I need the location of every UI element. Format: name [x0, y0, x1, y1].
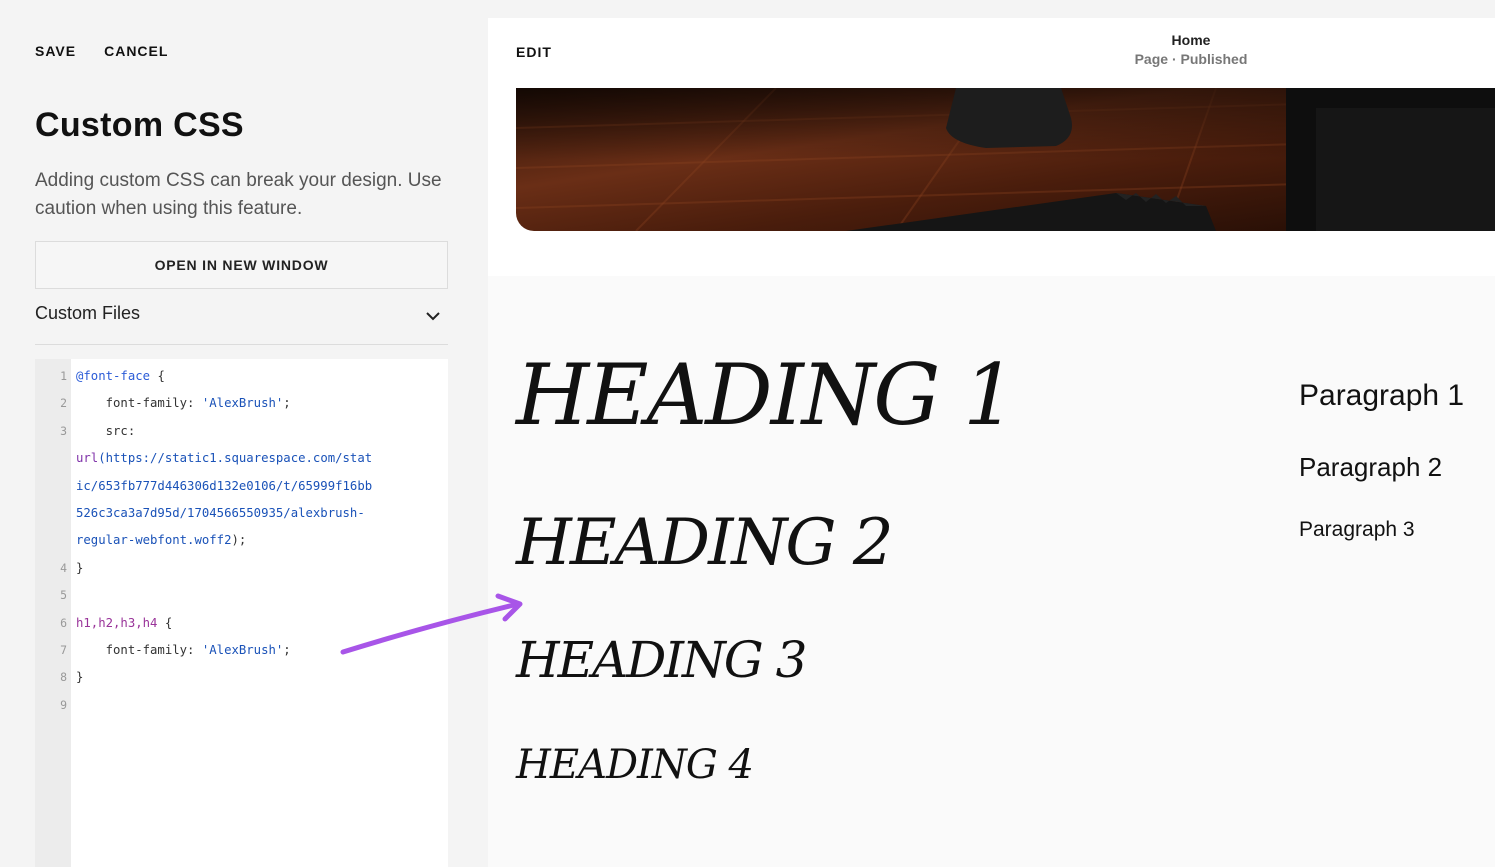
code-token: font-family: — [76, 396, 202, 411]
code-text: regular-webfont.woff2); — [76, 527, 246, 554]
code-token: ; — [283, 642, 291, 657]
code-line[interactable]: 2 font-family: 'AlexBrush'; — [35, 390, 448, 417]
code-token: } — [76, 670, 84, 685]
page-name: Home — [1171, 32, 1211, 48]
line-number: 9 — [60, 697, 67, 712]
css-editor-panel: SAVE CANCEL Custom CSS Adding custom CSS… — [0, 0, 488, 867]
page-info[interactable]: Home Page · Published — [1091, 32, 1291, 67]
heading-2: HEADING 2 — [516, 506, 894, 580]
paragraph-3: Paragraph 3 — [1299, 518, 1415, 541]
line-number: 6 — [60, 615, 67, 630]
code-token: ); — [231, 533, 247, 548]
code-line[interactable]: 3 src: — [35, 418, 448, 445]
code-token: url — [76, 451, 99, 466]
line-number: 3 — [60, 423, 67, 438]
code-text: @font-face { — [76, 363, 165, 390]
line-number: 1 — [60, 369, 67, 383]
code-content[interactable]: 1 @font-face {2 font-family: 'AlexBrush';… — [35, 363, 448, 719]
paragraph-2: Paragraph 2 — [1299, 452, 1443, 482]
code-token: font-family: — [76, 642, 202, 657]
code-line[interactable]: 526c3ca3a7d95d/1704566550935/alexbrush- — [35, 500, 448, 527]
paragraph-1: Paragraph 1 — [1299, 379, 1465, 412]
custom-files-label: Custom Files — [35, 303, 141, 323]
code-token: (https://static1.squarespace.com/stat — [98, 451, 373, 466]
code-text: src: — [76, 418, 136, 445]
chevron-down-icon — [426, 312, 440, 321]
code-editor[interactable]: 1 @font-face {2 font-family: 'AlexBrush';… — [35, 359, 448, 867]
custom-files-dropdown[interactable]: Custom Files — [35, 303, 448, 345]
line-number: 8 — [60, 670, 67, 685]
code-text: } — [76, 664, 83, 691]
code-line[interactable]: regular-webfont.woff2); — [35, 527, 448, 554]
save-button[interactable]: SAVE — [35, 43, 76, 59]
code-line[interactable]: 8} — [35, 664, 448, 691]
preview-topbar: EDIT Home Page · Published — [488, 18, 1495, 88]
code-line[interactable]: 5 — [35, 582, 448, 609]
code-token: ic/653fb777d446306d132e0106/t/65999f16bb — [76, 478, 373, 493]
line-number: 5 — [60, 588, 67, 603]
page-status: Page · Published — [1134, 51, 1248, 67]
line-number: 2 — [60, 396, 67, 411]
code-line[interactable]: 6 h1,h2,h3,h4 { — [35, 610, 448, 637]
code-token: regular-webfont.woff2 — [76, 533, 232, 548]
code-token: { — [150, 369, 165, 383]
code-text: url(https://static1.squarespace.com/stat — [76, 445, 372, 472]
hero-image — [516, 88, 1495, 231]
code-text: font-family: 'AlexBrush'; — [76, 390, 291, 417]
panel-actions: SAVE CANCEL — [35, 43, 168, 59]
edit-button[interactable]: EDIT — [516, 44, 552, 60]
code-token: 526c3ca3a7d95d/1704566550935/alexbrush- — [76, 505, 365, 520]
code-token: src: — [76, 423, 136, 438]
panel-title: Custom CSS — [35, 106, 244, 144]
heading-3: HEADING 3 — [516, 631, 807, 689]
code-line[interactable]: ic/653fb777d446306d132e0106/t/65999f16bb — [35, 473, 448, 500]
code-text: font-family: 'AlexBrush'; — [76, 637, 291, 664]
code-text: ic/653fb777d446306d132e0106/t/65999f16bb — [76, 473, 372, 500]
code-token: 'AlexBrush' — [201, 396, 284, 411]
open-in-new-window-button[interactable]: OPEN IN NEW WINDOW — [35, 241, 448, 289]
code-text: 526c3ca3a7d95d/1704566550935/alexbrush- — [76, 500, 365, 527]
code-token: @font-face — [76, 369, 151, 383]
hero-section — [488, 88, 1495, 276]
code-line[interactable]: 4} — [35, 555, 448, 582]
code-token: { — [157, 615, 173, 630]
heading-1: HEADING 1 — [516, 346, 1017, 444]
code-token: ; — [283, 396, 291, 411]
cancel-button[interactable]: CANCEL — [104, 43, 168, 59]
code-text: } — [76, 555, 83, 582]
code-line[interactable]: 1 @font-face { — [35, 363, 448, 390]
code-token: } — [76, 560, 84, 575]
code-line[interactable]: 7 font-family: 'AlexBrush'; — [35, 637, 448, 664]
heading-4: HEADING 4 — [516, 742, 754, 788]
code-line[interactable]: 9 — [35, 692, 448, 719]
line-number: 7 — [60, 642, 67, 657]
code-token: h1,h2,h3,h4 — [76, 615, 158, 630]
code-token: 'AlexBrush' — [201, 642, 284, 657]
page-preview: EDIT Home Page · Published HEADING 1 HEA… — [488, 18, 1495, 867]
code-line[interactable]: url(https://static1.squarespace.com/stat — [35, 445, 448, 472]
panel-description: Adding custom CSS can break your design.… — [35, 170, 442, 219]
code-text: h1,h2,h3,h4 { — [76, 610, 172, 637]
line-number: 4 — [60, 560, 67, 575]
